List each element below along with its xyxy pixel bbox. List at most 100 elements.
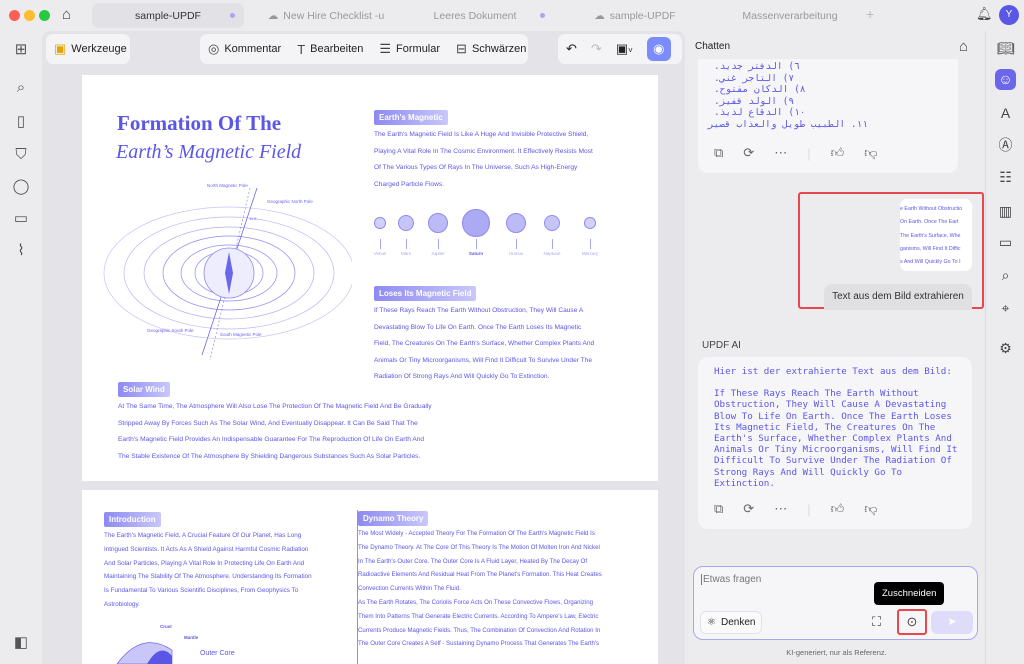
tab-label: New Hire Checklist -u bbox=[283, 9, 385, 22]
tab-label: sample-UPDF bbox=[135, 9, 201, 22]
section-earths-magnetic: Earth's Magnetic The Earth's Magnetic Fi… bbox=[374, 109, 644, 193]
text-line: Convection Currents Within The Fluid. bbox=[358, 585, 461, 593]
more-icon[interactable]: ⋯ bbox=[774, 501, 787, 517]
ai-sender-label: UPDF AI bbox=[702, 340, 741, 351]
user-avatar[interactable]: Y bbox=[999, 5, 1019, 25]
send-button[interactable]: ➤ bbox=[931, 611, 973, 634]
settings-gear-icon[interactable]: ⚙ bbox=[995, 338, 1016, 359]
ai-chat-panel: Chatten ⌂ ٦) الدفتر جديد. ٧) التاجر غني. ٨… bbox=[688, 31, 985, 664]
undo-icon[interactable]: ↶ bbox=[566, 41, 577, 57]
think-button[interactable]: ⚛ Denken bbox=[700, 611, 762, 634]
search-icon[interactable]: ⌕ bbox=[11, 78, 31, 98]
tab-sample-updf-2[interactable]: ☁ sample-UPDF bbox=[580, 3, 690, 28]
label-mantle: Mantle bbox=[184, 635, 199, 640]
comments-icon[interactable]: ◯ bbox=[11, 177, 31, 197]
tab-massenverarbeitung[interactable]: Massenverarbeitung bbox=[720, 3, 860, 28]
planet-label: Uranus bbox=[508, 251, 524, 256]
section-body: The Most Widely - Accepted Theory For Th… bbox=[358, 527, 648, 651]
atom-icon: ⚛ bbox=[707, 617, 716, 628]
home-icon[interactable]: ⌂ bbox=[62, 6, 71, 23]
chat-input[interactable]: Etwas fragen bbox=[701, 574, 761, 585]
text-line: And Solar Particles, Playing A Vital Rol… bbox=[104, 559, 305, 567]
unsaved-dot bbox=[230, 13, 235, 18]
ai-disclaimer: KI-generiert, nur als Referenz. bbox=[786, 648, 887, 657]
copy-icon[interactable]: ⧉ bbox=[714, 501, 723, 517]
attached-image[interactable]: e Earth Without Obstructio On Earth. Once… bbox=[900, 199, 972, 271]
tools-button[interactable]: ▣ Werkzeuge bbox=[46, 34, 130, 64]
section-body: If These Rays Reach The Earth Without Ob… bbox=[374, 303, 654, 386]
thumbs-up-icon[interactable]: 👍︎ bbox=[831, 145, 845, 161]
summarize-icon[interactable]: ☷ bbox=[995, 167, 1016, 188]
comment-button[interactable]: ◎ Kommentar bbox=[200, 34, 289, 64]
chevron-down-icon[interactable]: ˅ bbox=[628, 46, 633, 55]
more-icon[interactable]: ⋯ bbox=[774, 145, 787, 161]
ocr-icon[interactable]: Ⓐ bbox=[995, 135, 1016, 156]
pages-icon[interactable]: ▯ bbox=[11, 112, 31, 132]
ai-chat-icon[interactable]: ☺ bbox=[995, 69, 1016, 90]
redact-button[interactable]: ⊟ Schwärzen bbox=[448, 34, 534, 64]
copy-icon[interactable]: ⧉ bbox=[714, 145, 723, 161]
notification-bell-icon[interactable]: 🔔︎ bbox=[976, 6, 993, 22]
tab-sample-updf[interactable]: sample-UPDF bbox=[92, 3, 244, 28]
text-line: ٧) التاجر غني. bbox=[714, 72, 795, 84]
text-line: s And Will Quickly Go To I bbox=[900, 259, 961, 266]
regenerate-icon[interactable]: ⟳ bbox=[743, 145, 754, 161]
layers-icon[interactable]: ◧ bbox=[11, 633, 31, 653]
text-line: ٨) الدكان مفتوح. bbox=[714, 84, 806, 95]
image-text: e Earth Without Obstructio On Earth. Once… bbox=[900, 203, 972, 269]
book-icon[interactable]: ▥ bbox=[995, 201, 1016, 222]
redo-icon[interactable]: ↷ bbox=[591, 41, 602, 57]
camera-icon: ⊙ bbox=[906, 614, 918, 629]
ai-response-text: Hier ist der extrahierte Text aus dem Bi… bbox=[714, 366, 962, 489]
clear-chat-brush-icon[interactable]: ⌂ bbox=[959, 38, 968, 55]
translate-icon[interactable]: A bbox=[995, 103, 1016, 124]
form-fields-icon[interactable]: ▭ bbox=[11, 209, 31, 229]
image-upload-icon[interactable]: ⛶ bbox=[872, 614, 881, 630]
section-solar-wind: Solar Wind At The Same Time, The Atmosph… bbox=[118, 381, 478, 465]
presentation-icon[interactable]: ⌖ bbox=[995, 298, 1016, 319]
section-heading: Loses Its Magnetic Field bbox=[374, 286, 477, 301]
cloud-icon: ☁ bbox=[594, 9, 605, 22]
text-line: Devastating Blow To Life On Earth. Once … bbox=[374, 323, 582, 331]
close-window-button[interactable] bbox=[9, 10, 20, 21]
label-geographic-north-pole: Geographic North Pole bbox=[267, 199, 313, 204]
bookmark-icon[interactable]: ⛉ bbox=[11, 145, 31, 165]
ai-intro: Hier ist der extrahierte Text aus dem Bi… bbox=[714, 366, 952, 377]
planet-jupiter bbox=[427, 212, 449, 234]
ai-reader-icon[interactable]: 📖︎ bbox=[995, 38, 1016, 59]
save-icon[interactable]: ▣˅ bbox=[616, 41, 633, 57]
folder-ai-icon[interactable]: ▭ bbox=[995, 232, 1016, 253]
tools-label: Werkzeuge bbox=[71, 43, 127, 55]
ai-search-icon[interactable]: ⌕ bbox=[995, 265, 1016, 286]
section-heading: Earth's Magnetic bbox=[374, 110, 448, 125]
tab-leeres-dokument[interactable]: Leeres Dokument bbox=[410, 3, 545, 28]
thumbs-down-icon[interactable]: 👎︎ bbox=[864, 501, 877, 517]
crop-screenshot-button[interactable]: ⊙ bbox=[897, 609, 927, 635]
toolbox-icon: ▣ bbox=[54, 41, 67, 56]
magnetic-field-diagram: North Magnetic Pole Geographic North Pol… bbox=[103, 183, 352, 360]
text-line: Earth's Magnetic Field Provides An Indis… bbox=[118, 436, 425, 443]
tab-new-hire-checklist[interactable]: ☁ New Hire Checklist -u bbox=[256, 3, 396, 28]
label-crust: Crust bbox=[160, 624, 172, 629]
thumbnails-icon[interactable]: ⊞ bbox=[11, 40, 31, 60]
title-bar: ⌂ sample-UPDF ☁ New Hire Checklist -u Lee… bbox=[0, 0, 1024, 31]
maximize-window-button[interactable] bbox=[39, 10, 50, 21]
text-line: As The Earth Rotates, The Coriolis Force… bbox=[358, 598, 594, 606]
think-label: Denken bbox=[720, 617, 756, 628]
thumbs-up-icon[interactable]: 👍︎ bbox=[831, 501, 845, 517]
minimize-window-button[interactable] bbox=[24, 10, 35, 21]
send-icon: ➤ bbox=[947, 616, 957, 628]
new-tab-button[interactable]: + bbox=[866, 6, 874, 22]
label-geographic-south-pole: Geographic South Pole bbox=[147, 328, 194, 333]
ai-assistant-icon[interactable]: ◉ bbox=[646, 37, 671, 61]
planet-tick bbox=[516, 239, 517, 249]
regenerate-icon[interactable]: ⟳ bbox=[743, 501, 754, 517]
text-line: Stripped Away By Forces Such As The Sola… bbox=[118, 419, 418, 427]
text-line: Astrobiology. bbox=[104, 600, 140, 608]
form-button[interactable]: ☰ Formular bbox=[371, 34, 448, 64]
planet-venus bbox=[374, 217, 386, 229]
edit-button[interactable]: T Bearbeiten bbox=[289, 34, 371, 64]
attachment-icon[interactable]: ⌇ bbox=[11, 241, 31, 261]
thumbs-down-icon[interactable]: 👎︎ bbox=[864, 145, 877, 161]
planet-tick bbox=[380, 239, 381, 249]
